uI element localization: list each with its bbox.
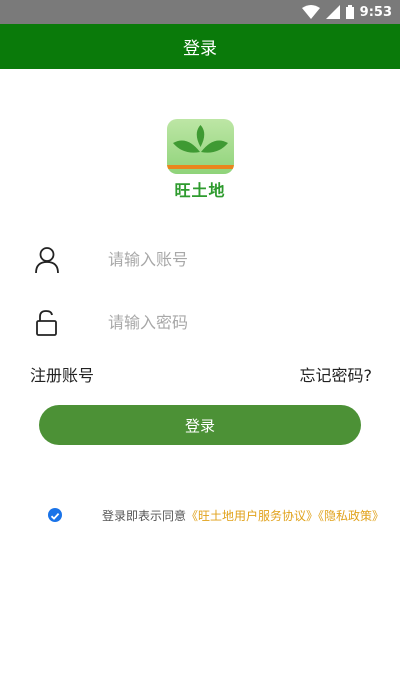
status-bar: 9:53 xyxy=(0,0,400,24)
user-icon xyxy=(35,247,59,274)
app-name: 旺土地 xyxy=(174,181,226,200)
auth-links: 注册账号 忘记密码? xyxy=(30,362,372,386)
register-link[interactable]: 注册账号 xyxy=(30,362,94,386)
page-title: 登录 xyxy=(183,39,217,59)
battery-icon xyxy=(345,5,354,19)
agreement-row: 登录即表示同意《旺土地用户服务协议》《隐私政策》 xyxy=(48,506,398,526)
app-bar: 登录 xyxy=(0,24,400,69)
agreement-checkbox[interactable] xyxy=(48,508,62,522)
account-input[interactable] xyxy=(100,243,376,275)
agreement-text: 登录即表示同意《旺土地用户服务协议》《隐私政策》 xyxy=(102,507,384,524)
password-input[interactable] xyxy=(100,306,376,338)
password-row xyxy=(0,300,400,344)
signal-icon xyxy=(325,5,340,19)
forgot-password-link[interactable]: 忘记密码? xyxy=(300,362,373,386)
lock-icon xyxy=(36,310,57,336)
app-logo xyxy=(167,119,234,174)
agreement-prefix: 登录即表示同意 xyxy=(102,509,187,523)
status-icons: 9:53 xyxy=(301,0,392,24)
wifi-icon xyxy=(301,5,320,19)
login-button[interactable]: 登录 xyxy=(39,405,361,445)
service-agreement-link[interactable]: 《旺土地用户服务协议》 xyxy=(186,509,318,523)
account-row xyxy=(0,237,400,281)
status-time: 9:53 xyxy=(359,4,392,20)
privacy-policy-link[interactable]: 《隐私政策》 xyxy=(318,509,384,523)
check-icon xyxy=(50,512,60,520)
logo-stripe xyxy=(167,165,234,169)
